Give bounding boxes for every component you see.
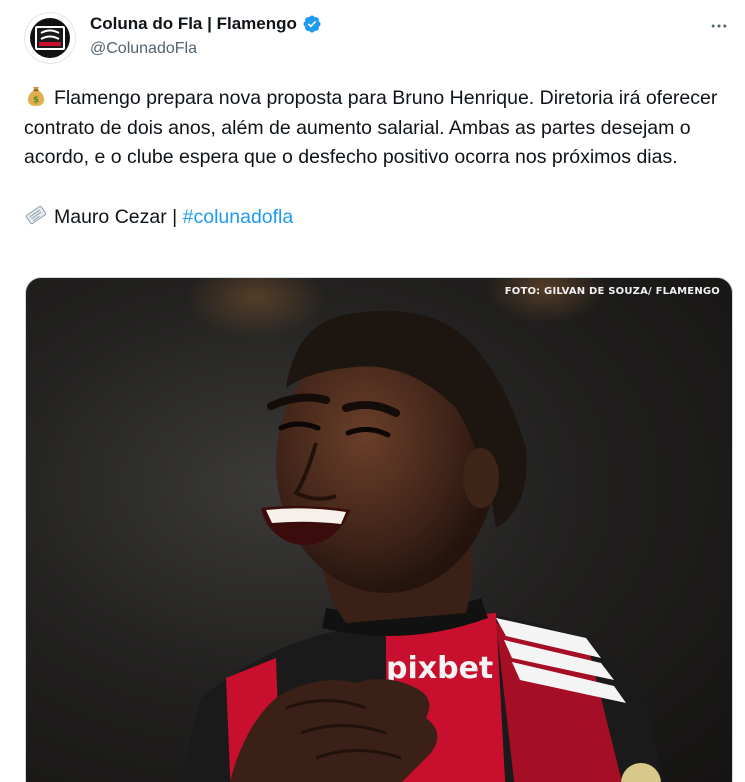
player-photo: pixbet [180, 278, 663, 782]
avatar[interactable] [24, 12, 76, 64]
tweet-text: $ Flamengo prepara nova proposta para Br… [24, 84, 724, 232]
verified-badge-icon [302, 14, 322, 34]
newspaper-icon [24, 203, 48, 227]
source-separator: | [172, 205, 178, 228]
sponsor-text: pixbet [386, 651, 493, 686]
source-name: Mauro Cezar [54, 205, 167, 228]
more-options-icon[interactable] [707, 14, 731, 38]
tweet-card: Coluna do Fla | Flamengo @ColunadoFla $ … [0, 0, 745, 782]
display-name[interactable]: Coluna do Fla | Flamengo [90, 14, 297, 34]
tweet-source-line: Mauro Cezar | #colunadofla [24, 203, 724, 233]
money-bag-icon: $ [24, 84, 48, 108]
photo-credit: FOTO: GILVAN DE SOUZA/ FLAMENGO [504, 286, 720, 297]
author-name-row: Coluna do Fla | Flamengo [90, 14, 322, 34]
hashtag-link[interactable]: #colunadofla [183, 206, 294, 228]
svg-text:$: $ [33, 96, 39, 106]
tweet-media-photo[interactable]: pixbet FOTO: GILVAN DE SOUZA/ FLAMENGO [25, 277, 733, 782]
coluna-do-fla-logo-icon [30, 18, 70, 58]
author-handle[interactable]: @ColunadoFla [90, 40, 197, 58]
tweet-body: $ Flamengo prepara nova proposta para Br… [24, 84, 724, 173]
tweet-main-text: Flamengo prepara nova proposta para Brun… [24, 87, 718, 168]
